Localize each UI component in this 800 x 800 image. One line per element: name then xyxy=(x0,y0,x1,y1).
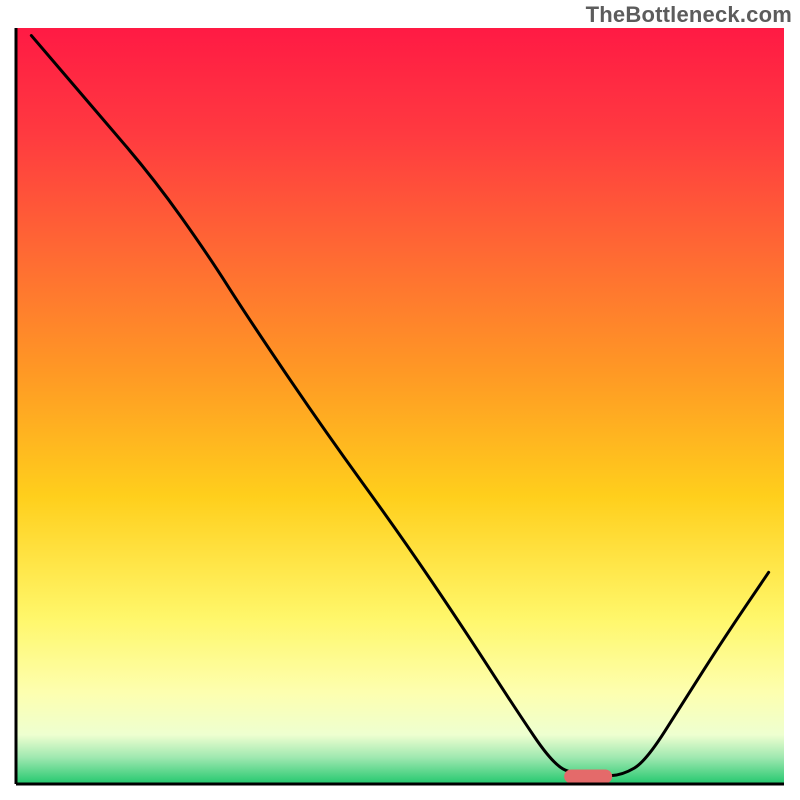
gradient-background xyxy=(16,28,784,784)
watermark-text: TheBottleneck.com xyxy=(586,2,792,28)
chart-svg xyxy=(0,0,800,800)
chart-container: TheBottleneck.com xyxy=(0,0,800,800)
optimal-marker xyxy=(564,769,612,783)
